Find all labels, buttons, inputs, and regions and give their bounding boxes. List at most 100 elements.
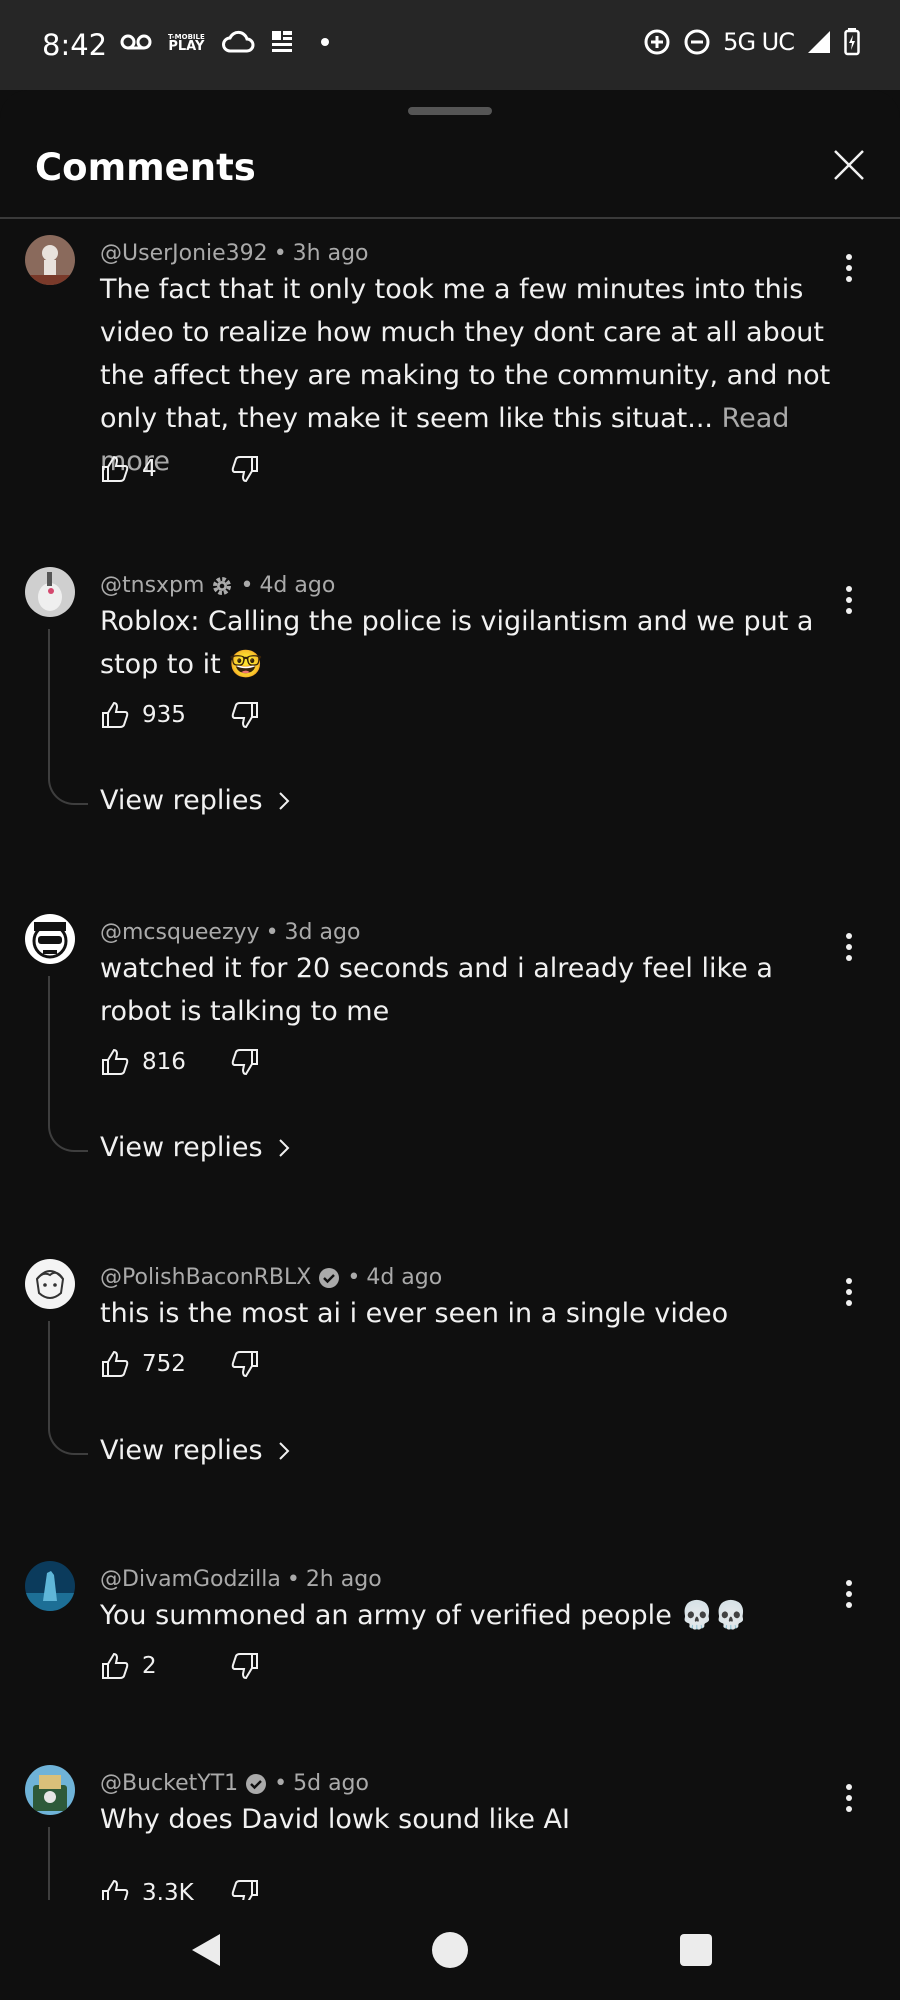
chevron-right-icon [278, 1138, 290, 1157]
like-count: 816 [142, 1049, 186, 1075]
meta-separator: • [347, 1265, 361, 1290]
comment-time: 4d ago [259, 573, 336, 598]
dislike-button[interactable] [230, 1349, 260, 1379]
comment-meta: @tnsxpm • 4d ago [100, 573, 335, 598]
thumbs-up-icon [102, 1879, 129, 1900]
thread-connector [48, 629, 88, 805]
thumbs-down-icon [231, 1653, 258, 1680]
home-icon[interactable] [432, 1932, 468, 1968]
dislike-button[interactable] [230, 1047, 260, 1077]
comment-text: watched it for 20 seconds and i already … [100, 953, 773, 1027]
verified-check-icon [246, 1773, 267, 1794]
thread-connector [48, 1321, 88, 1455]
avatar[interactable] [25, 1765, 75, 1815]
thumbs-down-icon [231, 1351, 258, 1378]
comment-author[interactable]: @BucketYT1 [100, 1771, 238, 1796]
like-count: 752 [142, 1351, 186, 1377]
comment-time: 5d ago [293, 1771, 369, 1796]
thumbs-up-icon [102, 1048, 129, 1075]
view-replies-label: View replies [100, 785, 263, 816]
comment-meta: @PolishBaconRBLX • 4d ago [100, 1265, 442, 1290]
recents-icon[interactable] [680, 1934, 712, 1966]
news-icon [271, 31, 292, 52]
avatar[interactable] [25, 1561, 75, 1611]
avatar[interactable] [25, 1259, 75, 1309]
comment-author[interactable]: @tnsxpm [100, 573, 204, 598]
notification-dot-icon [320, 38, 329, 46]
dislike-button[interactable] [230, 454, 260, 484]
meta-separator: • [274, 1771, 288, 1796]
comment-item: @PolishBaconRBLX • 4d ago this is the mo… [0, 1259, 900, 1519]
verified-check-icon [319, 1267, 340, 1288]
comment-item: @UserJonie392 • 3h ago The fact that it … [0, 235, 900, 525]
comments-sheet: Comments @UserJonie392 • 3h ago The fact… [0, 90, 900, 1900]
comment-actions: 4 [100, 454, 260, 484]
like-count: 3.3K [142, 1880, 194, 1900]
comment-text: Why does David lowk sound like AI [100, 1804, 570, 1835]
t-mobile-play-icon: T-MOBILE PLAY [168, 33, 205, 54]
comment-author[interactable]: @mcsqueezyy [100, 920, 260, 945]
thread-connector [48, 1827, 88, 1900]
close-icon [834, 150, 864, 180]
like-button[interactable]: 2 [100, 1651, 198, 1681]
like-button[interactable]: 935 [100, 700, 198, 730]
comment-item: @mcsqueezyy • 3d ago watched it for 20 s… [0, 914, 900, 1174]
like-count: 935 [142, 702, 186, 728]
thumbs-up-icon [102, 1350, 129, 1377]
meta-separator: • [240, 573, 254, 598]
avatar[interactable] [25, 567, 75, 617]
thumbs-up-icon [102, 701, 129, 728]
close-button[interactable] [826, 142, 872, 188]
dislike-button[interactable] [230, 700, 260, 730]
thumbs-down-icon [231, 1049, 258, 1076]
comment-author[interactable]: @PolishBaconRBLX [100, 1265, 311, 1290]
comment-item: @DivamGodzilla • 2h ago You summoned an … [0, 1561, 900, 1721]
battery-icon [844, 28, 860, 56]
thumbs-down-icon [231, 1880, 258, 1900]
thumbs-down-icon [231, 702, 258, 729]
do-not-disturb-icon [684, 29, 710, 55]
comment-meta: @DivamGodzilla • 2h ago [100, 1567, 382, 1592]
data-saver-icon [644, 29, 670, 55]
like-button[interactable]: 816 [100, 1047, 198, 1077]
comment-meta: @mcsqueezyy • 3d ago [100, 920, 360, 945]
back-icon[interactable] [188, 1932, 224, 1968]
comment-actions: 3.3K [100, 1878, 260, 1900]
avatar[interactable] [25, 914, 75, 964]
network-type: 5G UC [723, 28, 795, 56]
dislike-button[interactable] [230, 1651, 260, 1681]
drag-handle[interactable] [408, 107, 492, 115]
like-button[interactable]: 752 [100, 1349, 198, 1379]
view-replies-button[interactable]: View replies [100, 785, 291, 816]
like-count: 4 [142, 456, 157, 482]
comment-meta: @UserJonie392 • 3h ago [100, 241, 369, 266]
comment-time: 2h ago [305, 1567, 382, 1592]
comment-actions: 752 [100, 1349, 260, 1379]
view-replies-button[interactable]: View replies [100, 1132, 291, 1163]
meta-separator: • [286, 1567, 300, 1592]
comment-time: 4d ago [366, 1265, 443, 1290]
comment-text: this is the most ai i ever seen in a sin… [100, 1298, 729, 1329]
cloud-icon [221, 30, 255, 53]
status-right-icons: 5G UC [643, 28, 860, 56]
like-button[interactable]: 4 [100, 454, 198, 484]
avatar[interactable] [25, 235, 75, 285]
view-replies-label: View replies [100, 1435, 263, 1466]
status-bar: 8:42 T-MOBILE PLAY 5G UC [0, 0, 900, 90]
status-time: 8:42 [42, 28, 108, 62]
thumbs-up-icon [102, 1652, 129, 1679]
comment-time: 3h ago [292, 241, 369, 266]
comment-author[interactable]: @DivamGodzilla [100, 1567, 281, 1592]
view-replies-button[interactable]: View replies [100, 1435, 291, 1466]
meta-separator: • [273, 241, 287, 266]
gear-icon [213, 576, 232, 595]
sheet-title: Comments [35, 146, 256, 189]
thread-connector [48, 976, 88, 1152]
header-divider [0, 217, 900, 219]
like-button[interactable]: 3.3K [100, 1878, 198, 1900]
view-replies-label: View replies [100, 1132, 263, 1163]
chevron-right-icon [278, 791, 290, 810]
comment-author[interactable]: @UserJonie392 [100, 241, 268, 266]
dislike-button[interactable] [230, 1878, 260, 1900]
navigation-bar [0, 1900, 900, 2000]
